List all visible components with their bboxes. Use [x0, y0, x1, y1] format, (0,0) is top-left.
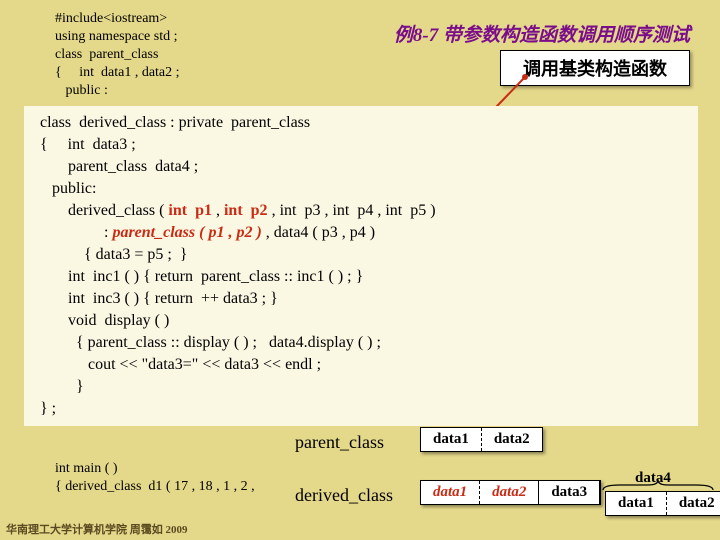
- code-line: : parent_class ( p1 , p2 ) , data4 ( p3 …: [40, 222, 682, 244]
- code-line: int main ( ): [55, 460, 255, 478]
- cell: data3: [539, 481, 600, 504]
- cell: data1: [606, 492, 667, 515]
- code-line: { parent_class :: display ( ) ; data4.di…: [40, 332, 682, 354]
- code-line: using namespace std ;: [55, 28, 180, 46]
- code-line: #include<iostream>: [55, 10, 180, 28]
- code-line: derived_class ( int p1 , int p2 , int p3…: [40, 200, 682, 222]
- code-line: }: [40, 376, 682, 398]
- code-line: } ;: [40, 398, 682, 420]
- code-panel: class derived_class : private parent_cla…: [24, 106, 698, 426]
- code-line: class derived_class : private parent_cla…: [40, 112, 682, 134]
- cell: data2: [480, 481, 539, 504]
- code-line: void display ( ): [40, 310, 682, 332]
- bottom-code-block: int main ( ) { derived_class d1 ( 17 , 1…: [55, 460, 255, 496]
- cell: data2: [482, 428, 542, 451]
- code-line: class parent_class: [55, 46, 180, 64]
- callout-text: 调用基类构造函数: [523, 59, 667, 79]
- memory-table-data4: data1 data2: [605, 491, 720, 516]
- top-code-block: #include<iostream> using namespace std ;…: [55, 10, 180, 100]
- label-data4: data4: [635, 470, 671, 487]
- code-line: parent_class data4 ;: [40, 156, 682, 178]
- footer-credit: 华南理工大学计算机学院 周霭如 2009: [6, 521, 188, 537]
- code-line: public :: [55, 82, 180, 100]
- label-parent-class: parent_class: [295, 432, 384, 453]
- slide-title: 例8-7 带参数构造函数调用顺序测试: [394, 20, 690, 47]
- highlight-base-call: parent_class ( p1 , p2 ): [112, 224, 265, 241]
- cell: data1: [421, 428, 482, 451]
- code-line: cout << "data3=" << data3 << endl ;: [40, 354, 682, 376]
- code-line: int inc1 ( ) { return parent_class :: in…: [40, 266, 682, 288]
- code-line: { derived_class d1 ( 17 , 18 , 1 , 2 ,: [55, 478, 255, 496]
- code-line: { int data3 ;: [40, 134, 682, 156]
- cell: data2: [667, 492, 720, 515]
- code-line: { data3 = p5 ; }: [40, 244, 682, 266]
- label-derived-class: derived_class: [295, 485, 393, 506]
- code-line: int inc3 ( ) { return ++ data3 ; }: [40, 288, 682, 310]
- code-line: { int data1 , data2 ;: [55, 64, 180, 82]
- memory-table-parent: data1 data2: [420, 427, 543, 452]
- callout-box: 调用基类构造函数: [500, 50, 690, 86]
- cell: data1: [421, 481, 480, 504]
- memory-table-derived: data1 data2 data3: [420, 480, 601, 505]
- code-line: public:: [40, 178, 682, 200]
